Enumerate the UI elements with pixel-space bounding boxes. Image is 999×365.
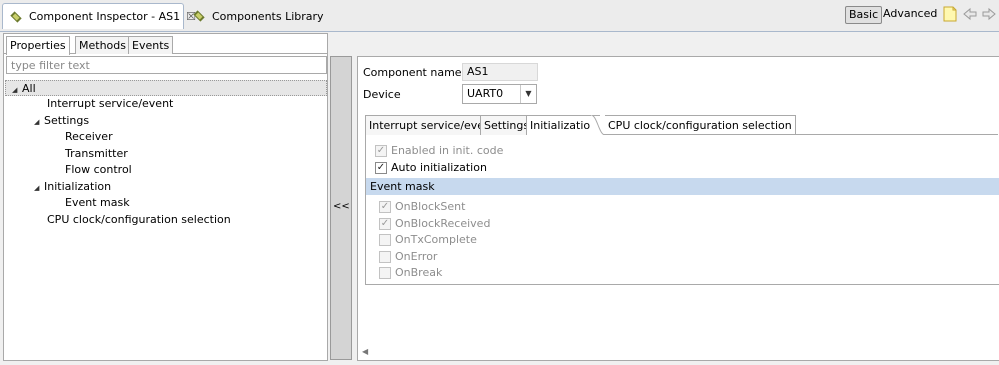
tab-component-inspector[interactable]: Component Inspector - AS1 ☒ — [2, 3, 196, 29]
event-checkbox — [379, 234, 391, 246]
tab-label: Component Inspector - AS1 — [29, 10, 181, 23]
tree-item-all[interactable]: ◢ All — [5, 80, 327, 96]
chevron-down-icon[interactable]: ▼ — [520, 85, 536, 103]
tab-curve-icon — [591, 115, 605, 135]
collapse-button[interactable]: << — [333, 201, 350, 212]
component-icon — [9, 10, 23, 24]
scroll-left-icon[interactable]: ◀ — [362, 347, 368, 356]
initialization-panel: ✓ Enabled in init. code ✓ Auto initializ… — [365, 135, 999, 285]
tree-item-interrupt[interactable]: Interrupt service/event — [5, 96, 327, 112]
forward-arrow-icon[interactable] — [982, 7, 996, 24]
advanced-button[interactable]: Advanced — [880, 6, 940, 24]
tree-item-receiver[interactable]: Receiver — [5, 129, 327, 145]
component-name-field[interactable]: AS1 — [462, 63, 538, 81]
tab-cpu-clock[interactable]: CPU clock/configuration selection — [605, 115, 796, 135]
enabled-in-init-row: ✓ Enabled in init. code — [375, 144, 504, 157]
panel-splitter[interactable]: << — [330, 56, 352, 360]
left-panel: Properties Methods Events ◢All Interrupt… — [3, 33, 328, 361]
right-panel: Component name AS1 Device UART0 ▼ Interr… — [357, 56, 999, 361]
tree-item-event-mask[interactable]: Event mask — [5, 195, 327, 211]
filter-input[interactable] — [6, 56, 327, 74]
tree-item-initialization[interactable]: ◢ Initialization — [5, 179, 327, 195]
device-select[interactable]: UART0 ▼ — [462, 84, 537, 104]
tree-item-flow-control[interactable]: Flow control — [5, 162, 327, 178]
event-row: ✓ OnBlockSent — [379, 200, 466, 213]
event-row: OnError — [379, 249, 437, 265]
left-tabbar: Properties Methods Events — [4, 34, 327, 55]
tree-item-settings[interactable]: ◢ Settings — [5, 113, 327, 129]
event-mask-header: Event mask — [366, 178, 999, 195]
tab-initialization[interactable]: Initialization — [526, 115, 601, 135]
component-name-label: Component name — [363, 66, 462, 79]
auto-init-checkbox[interactable]: ✓ — [375, 162, 387, 174]
tab-events[interactable]: Events — [128, 36, 174, 54]
tree-item-transmitter[interactable]: Transmitter — [5, 146, 327, 162]
event-checkbox: ✓ — [379, 218, 391, 230]
back-arrow-icon[interactable] — [963, 7, 977, 24]
tab-methods[interactable]: Methods — [75, 36, 130, 54]
auto-init-row[interactable]: ✓ Auto initialization — [375, 160, 487, 176]
event-row: ✓ OnBlockReceived — [379, 217, 491, 230]
expand-triangle-icon[interactable]: ◢ — [34, 180, 44, 196]
event-checkbox: ✓ — [379, 201, 391, 213]
settings-tabbar: Interrupt service/event Settings Initial… — [365, 115, 998, 135]
view-tabbar: Component Inspector - AS1 ☒ Components L… — [0, 0, 999, 32]
device-label: Device — [363, 88, 401, 101]
note-icon[interactable] — [943, 6, 957, 25]
event-row: OnBreak — [379, 265, 442, 281]
basic-button[interactable]: Basic — [845, 6, 883, 24]
tab-components-library[interactable]: Components Library — [186, 3, 324, 29]
component-icon — [192, 9, 206, 23]
tree-item-cpu-clock[interactable]: CPU clock/configuration selection — [5, 212, 327, 228]
event-checkbox — [379, 267, 391, 279]
tab-properties[interactable]: Properties — [6, 36, 70, 55]
expand-triangle-icon[interactable]: ◢ — [34, 114, 44, 130]
event-checkbox — [379, 251, 391, 263]
event-row: OnTxComplete — [379, 232, 477, 248]
enabled-in-init-checkbox: ✓ — [375, 145, 387, 157]
tab-label: Components Library — [212, 9, 324, 23]
